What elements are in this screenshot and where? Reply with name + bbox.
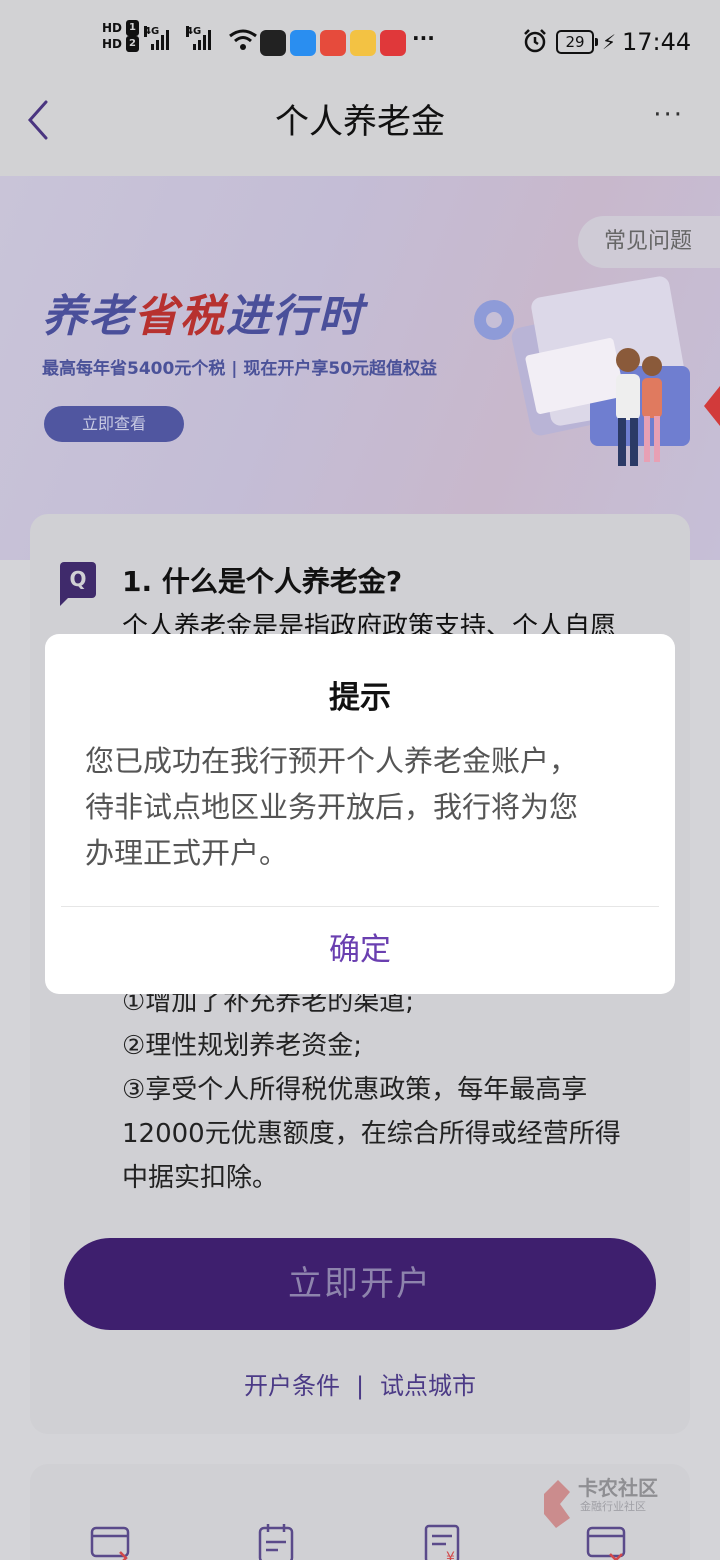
calendar-icon[interactable] bbox=[256, 1524, 298, 1560]
dual-sim-indicator: HD 1 HD 2 bbox=[102, 20, 139, 52]
banner-slogan: 养老省税进行时 bbox=[42, 280, 364, 344]
footer-links: 开户条件 | 试点城市 bbox=[30, 1366, 690, 1401]
benefit-item: ③享受个人所得税优惠政策，每年最高享 bbox=[122, 1075, 588, 1105]
page-title: 个人养老金 bbox=[275, 102, 445, 142]
hd1-label: HD bbox=[102, 21, 123, 35]
app-notification-icon bbox=[260, 30, 286, 56]
dialog-divider bbox=[61, 906, 659, 907]
network-type-2: 4G bbox=[186, 26, 202, 37]
promo-banner[interactable]: 常见问题 养老省税进行时 最高每年省5400元个税 | 现在开户享50元超值权益… bbox=[0, 176, 720, 560]
notice-dialog: 提示 您已成功在我行预开个人养老金账户， 待非试点地区业务开放后，我行将为您 办… bbox=[45, 634, 675, 994]
open-account-button[interactable]: 立即开户 bbox=[64, 1238, 656, 1330]
question-badge-icon: Q bbox=[60, 562, 96, 606]
slogan-part-1: 养老 bbox=[42, 291, 134, 342]
card-transfer-icon[interactable] bbox=[90, 1524, 132, 1560]
watermark-subtext: 金融行业社区 bbox=[580, 1500, 646, 1513]
clock: 17:44 bbox=[622, 28, 692, 56]
svg-text:¥: ¥ bbox=[446, 1550, 455, 1560]
banner-illustration bbox=[474, 276, 720, 466]
pilot-cities-link[interactable]: 试点城市 bbox=[380, 1372, 476, 1400]
shopping-app-icon bbox=[380, 30, 406, 56]
bill-icon[interactable]: ¥ bbox=[422, 1524, 464, 1560]
sim2-label: 2 bbox=[126, 36, 139, 52]
signal-2-icon: 4G bbox=[186, 26, 211, 50]
faq-button[interactable]: 常见问题 bbox=[577, 216, 720, 268]
video-app-icon bbox=[350, 30, 376, 56]
watermark-text: 卡农社区 bbox=[578, 1476, 658, 1500]
view-now-button[interactable]: 立即查看 bbox=[44, 406, 184, 442]
network-type-1: 4G bbox=[144, 26, 160, 37]
benefits-list: ①增加了补充养老的渠道; ②理性规划养老资金; ③享受个人所得税优惠政策，每年最… bbox=[122, 980, 682, 1200]
dialog-message-line: 待非试点地区业务开放后，我行将为您 bbox=[85, 790, 579, 824]
account-conditions-link[interactable]: 开户条件 bbox=[244, 1372, 340, 1400]
charging-icon: ⚡ bbox=[602, 30, 617, 54]
dialog-title: 提示 bbox=[329, 680, 391, 716]
status-bar: HD 1 HD 2 4G 4G ··· 29 ⚡ 17:44 bbox=[0, 0, 720, 84]
signal-1-icon: 4G bbox=[144, 26, 169, 50]
more-options-icon[interactable]: ··· bbox=[653, 100, 684, 130]
benefit-item: ②理性规划养老资金; bbox=[122, 1031, 363, 1061]
banner-subtitle: 最高每年省5400元个税 | 现在开户享50元超值权益 bbox=[42, 359, 438, 379]
more-notifications-icon: ··· bbox=[412, 26, 435, 50]
dialog-message-line: 您已成功在我行预开个人养老金账户， bbox=[85, 744, 579, 778]
search-app-icon bbox=[290, 30, 316, 56]
dialog-message-line: 办理正式开户。 bbox=[85, 836, 289, 870]
hd2-label: HD bbox=[102, 37, 123, 51]
taobao-app-icon bbox=[320, 30, 346, 56]
alarm-icon bbox=[524, 29, 546, 53]
wifi-icon bbox=[229, 29, 257, 50]
question-title: 1. 什么是个人养老金? bbox=[122, 565, 403, 598]
benefit-item: 12000元优惠额度，在综合所得或经营所得 bbox=[122, 1119, 621, 1149]
link-separator: | bbox=[355, 1372, 365, 1400]
nav-header: 个人养老金 ··· bbox=[0, 84, 720, 176]
benefit-item: 中据实扣除。 bbox=[122, 1163, 279, 1193]
slogan-part-2: 进行时 bbox=[226, 291, 364, 342]
sim1-label: 1 bbox=[126, 20, 139, 36]
confirm-button[interactable]: 确定 bbox=[45, 908, 675, 994]
slogan-highlight: 省税 bbox=[134, 291, 226, 342]
dialog-message: 您已成功在我行预开个人养老金账户， 待非试点地区业务开放后，我行将为您 办理正式… bbox=[85, 738, 645, 876]
battery-icon: 29 bbox=[556, 30, 598, 54]
